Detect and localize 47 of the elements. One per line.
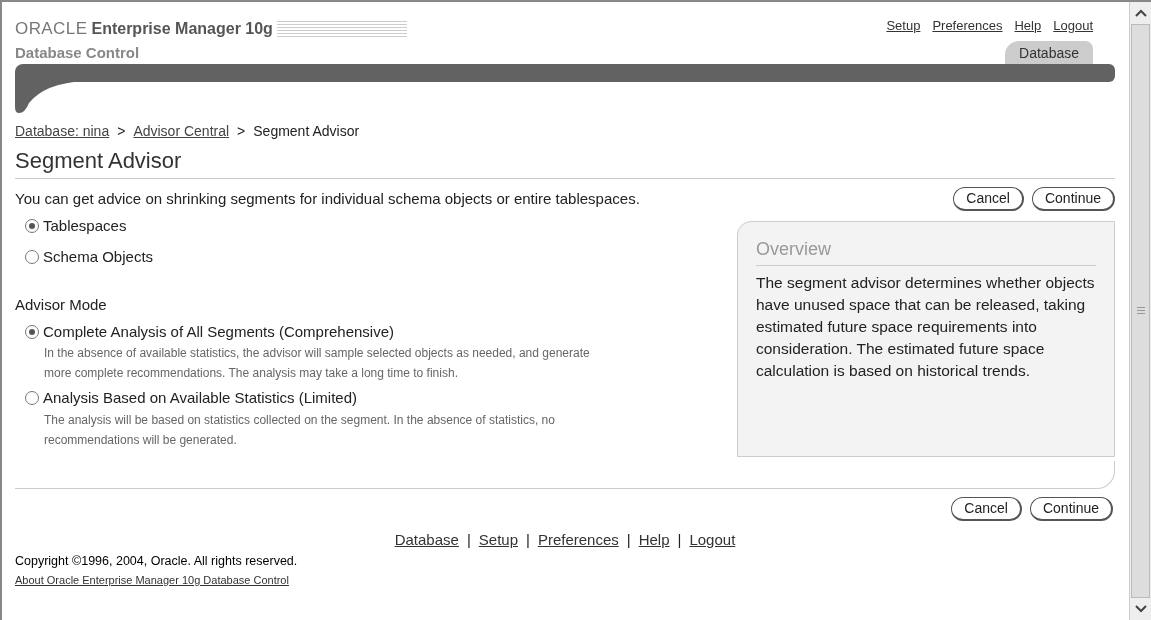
breadcrumb-separator: > <box>237 122 246 141</box>
footer-separator: | <box>466 530 471 550</box>
footer-link[interactable]: Database <box>394 529 459 552</box>
radio-option[interactable]: Tablespaces <box>25 215 605 238</box>
header-link[interactable]: Preferences <box>932 16 1003 36</box>
brand-logo: ORACLE <box>15 18 88 40</box>
page-title: Segment Advisor <box>15 144 1115 179</box>
copyright-text: Copyright ©1996, 2004, Oracle. All rights reserved. <box>15 552 299 570</box>
overview-title: Overview <box>756 236 1096 266</box>
product-subtitle: Database Control <box>15 42 141 63</box>
header-link[interactable]: Setup <box>886 16 921 36</box>
breadcrumb-current: Segment Advisor <box>253 122 360 141</box>
action-button[interactable]: Cancel <box>953 187 1024 211</box>
radio-option[interactable]: Analysis Based on Available Statistics (Limited) <box>25 387 605 410</box>
product-name: Enterprise Manager 10g <box>91 18 273 39</box>
header-link[interactable]: Logout <box>1053 16 1093 36</box>
overview-text: The segment advisor determines whether objects have unused space that can be released, taking estimated future space requirements into consideration. The estimated future space calculation is based on historical trends. <box>756 273 1096 381</box>
option-hint: The analysis will be based on statistics collected on the segment. In the absence of statistics, no recommendations will be generated. <box>43 411 556 449</box>
footer-link[interactable]: Preferences <box>537 529 619 552</box>
stripes-icon <box>276 18 407 39</box>
radio-option[interactable]: Complete Analysis of All Segments (Comprehensive) <box>25 320 605 343</box>
radio-button[interactable] <box>25 324 39 339</box>
scrollbar[interactable] <box>1129 2 1151 620</box>
radio-button[interactable] <box>25 391 39 406</box>
footer-separator: | <box>526 530 530 550</box>
action-button[interactable]: Cancel <box>951 497 1022 521</box>
scroll-thumb[interactable] <box>1131 24 1150 598</box>
breadcrumb-link[interactable]: Database: nina <box>15 121 110 142</box>
action-button[interactable]: Continue <box>1031 187 1115 211</box>
footer-link[interactable]: Logout <box>689 529 736 552</box>
header-link[interactable]: Help <box>1014 16 1042 36</box>
footer-link[interactable]: Setup <box>478 529 518 552</box>
radio-button[interactable] <box>25 249 39 264</box>
footer-separator: | <box>677 530 682 550</box>
action-button[interactable]: Continue <box>1029 497 1113 521</box>
footer-separator: | <box>626 530 631 550</box>
about-link[interactable]: About Oracle Enterprise Manager 10g Database Control <box>15 572 289 589</box>
radio-option[interactable]: Schema Objects <box>25 245 605 268</box>
nav-tab[interactable]: Database <box>1005 40 1093 64</box>
grip-icon <box>1136 307 1145 315</box>
page-description: You can get advice on shrinking segments for individual schema objects or entire tablespaces. <box>15 188 640 209</box>
footer-link[interactable]: Help <box>638 529 670 552</box>
option-hint: In the absence of available statistics, the advisor will sample selected objects as needed, and generate more complete recommendations. The analysis may take a long time to finish. <box>43 345 591 382</box>
section-label: Advisor Mode <box>15 295 108 315</box>
breadcrumb-link[interactable]: Advisor Central <box>133 121 230 142</box>
breadcrumb-separator: > <box>117 122 126 141</box>
radio-button[interactable] <box>25 219 39 234</box>
